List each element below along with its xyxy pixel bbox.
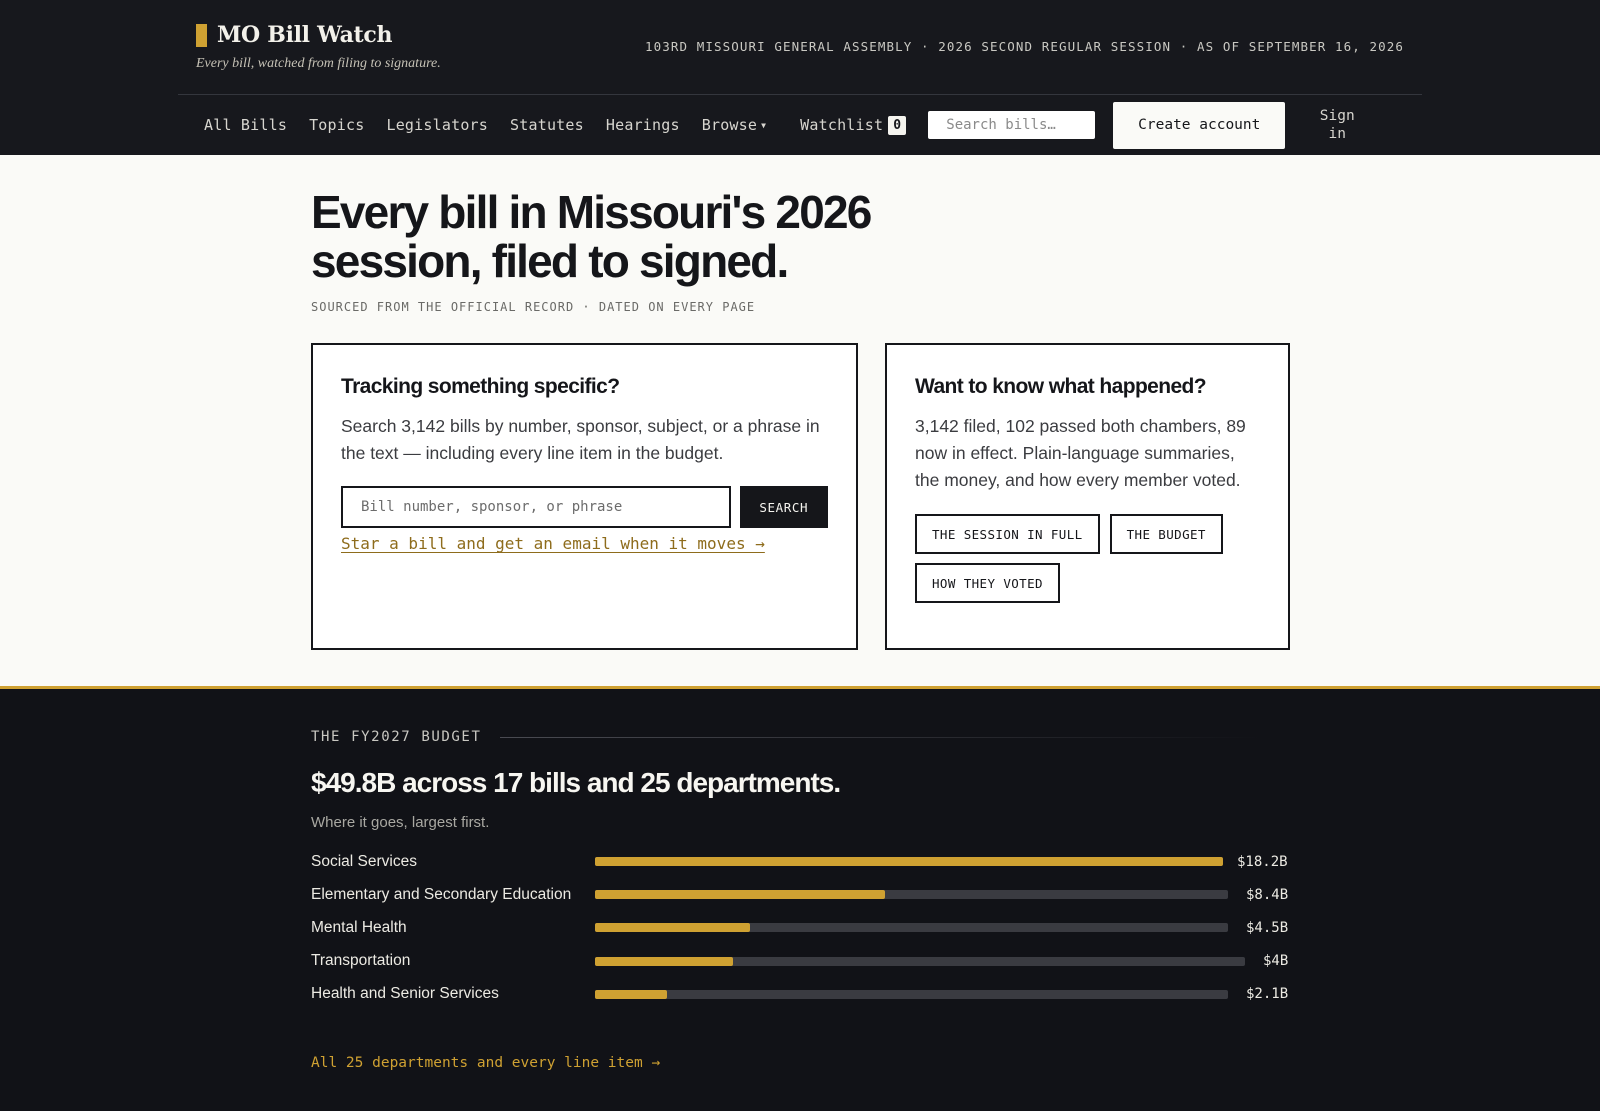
bar-track bbox=[595, 989, 1228, 999]
nav-watchlist[interactable]: Watchlist 0 bbox=[800, 115, 907, 135]
session-in-full-button[interactable]: THE SESSION IN FULL bbox=[915, 514, 1100, 554]
tracking-card-title: Tracking something specific? bbox=[341, 375, 620, 398]
tracking-card: Tracking something specific? Search 3,14… bbox=[311, 343, 858, 650]
brand-tagline: Every bill, watched from filing to signa… bbox=[196, 56, 441, 71]
how-they-voted-button[interactable]: HOW THEY VOTED bbox=[915, 563, 1060, 603]
brand-mark-icon bbox=[196, 23, 207, 47]
bar-track bbox=[595, 923, 1228, 933]
nav-legislators[interactable]: Legislators bbox=[386, 116, 488, 134]
nav-browse[interactable]: Browse ▼ bbox=[702, 116, 766, 134]
hero-section: Every bill in Missouri's 2026 session, f… bbox=[0, 155, 1600, 686]
bar-value-label: $4B bbox=[1263, 953, 1289, 970]
bill-search-form: SEARCH bbox=[341, 486, 828, 528]
bar-label: Social Services bbox=[311, 852, 417, 870]
watchlist-count-badge: 0 bbox=[888, 115, 907, 135]
sign-in-link[interactable]: Sign in bbox=[1317, 107, 1357, 143]
create-account-button[interactable]: Create account bbox=[1113, 101, 1286, 149]
nav-topics[interactable]: Topics bbox=[309, 116, 364, 134]
budget-button[interactable]: THE BUDGET bbox=[1109, 514, 1223, 554]
what-happened-card-body: 3,142 filed, 102 passed both chambers, 8… bbox=[915, 416, 1246, 490]
sourced-note: SOURCED FROM THE OFFICIAL RECORD · DATED… bbox=[311, 300, 756, 314]
bar-fill bbox=[595, 857, 1223, 867]
session-line: 103RD MISSOURI GENERAL ASSEMBLY · 2026 S… bbox=[644, 39, 1404, 54]
header-search-input[interactable] bbox=[928, 111, 1096, 139]
nav-browse-label: Browse bbox=[701, 116, 758, 134]
header-divider bbox=[178, 94, 1422, 95]
page-title: Every bill in Missouri's 2026 session, f… bbox=[311, 186, 872, 287]
budget-bar-row: Transportation $4B bbox=[311, 945, 1290, 978]
nav-hearings[interactable]: Hearings bbox=[606, 116, 680, 134]
budget-eyebrow-row: THE FY2027 BUDGET bbox=[311, 729, 1261, 745]
all-departments-link[interactable]: All 25 departments and every line item → bbox=[311, 1055, 660, 1071]
search-button[interactable]: SEARCH bbox=[739, 486, 828, 528]
what-happened-card-title: Want to know what happened? bbox=[915, 375, 1207, 398]
site-header: MO Bill Watch Every bill, watched from f… bbox=[0, 0, 1600, 155]
bar-fill bbox=[595, 923, 751, 933]
bar-fill bbox=[595, 890, 885, 900]
budget-bar-row: Elementary and Secondary Education $8.4B bbox=[311, 878, 1290, 911]
main-nav: All Bills Topics Legislators Statutes He… bbox=[204, 101, 1357, 149]
bar-track bbox=[595, 956, 1245, 966]
nav-all-bills[interactable]: All Bills bbox=[204, 116, 287, 134]
bill-search-input[interactable] bbox=[341, 486, 731, 528]
brand-name[interactable]: MO Bill Watch bbox=[217, 22, 393, 48]
bar-value-label: $8.4B bbox=[1246, 886, 1289, 903]
tracking-card-body: Search 3,142 bills by number, sponsor, s… bbox=[341, 416, 820, 463]
budget-bar-chart: Social Services $18.2B Elementary and Seco… bbox=[311, 845, 1290, 1011]
bar-label: Elementary and Secondary Education bbox=[311, 885, 572, 903]
star-bill-link[interactable]: Star a bill and get an email when it mov… bbox=[341, 534, 765, 553]
budget-bar-row: Health and Senior Services $2.1B bbox=[311, 978, 1290, 1011]
chip-group: THE SESSION IN FULL THE BUDGET HOW THEY … bbox=[915, 514, 1245, 612]
eyebrow-rule bbox=[499, 736, 1261, 738]
bar-value-label: $4.5B bbox=[1246, 919, 1289, 936]
budget-bar-row: Social Services $18.2B bbox=[311, 845, 1290, 878]
chevron-down-icon: ▼ bbox=[761, 121, 767, 130]
brand[interactable]: MO Bill Watch Every bill, watched from f… bbox=[196, 22, 441, 72]
bar-value-label: $2.1B bbox=[1246, 986, 1289, 1003]
budget-title: $49.8B across 17 bills and 25 department… bbox=[311, 767, 841, 798]
bar-fill bbox=[595, 956, 734, 966]
budget-bar-row: Mental Health $4.5B bbox=[311, 911, 1290, 944]
budget-subtitle: Where it goes, largest first. bbox=[311, 814, 490, 831]
bar-label: Transportation bbox=[311, 952, 411, 970]
nav-statutes[interactable]: Statutes bbox=[510, 116, 584, 134]
bar-label: Mental Health bbox=[311, 918, 407, 936]
watchlist-label: Watchlist bbox=[800, 116, 884, 134]
bar-track bbox=[595, 890, 1228, 900]
budget-section: THE FY2027 BUDGET $49.8B across 17 bills… bbox=[0, 689, 1600, 1111]
bar-label: Health and Senior Services bbox=[311, 985, 499, 1003]
bar-fill bbox=[595, 989, 668, 999]
what-happened-card: Want to know what happened? 3,142 filed,… bbox=[885, 343, 1290, 650]
bar-track bbox=[595, 857, 1223, 867]
budget-eyebrow: THE FY2027 BUDGET bbox=[311, 729, 482, 745]
bar-value-label: $18.2B bbox=[1237, 853, 1288, 870]
